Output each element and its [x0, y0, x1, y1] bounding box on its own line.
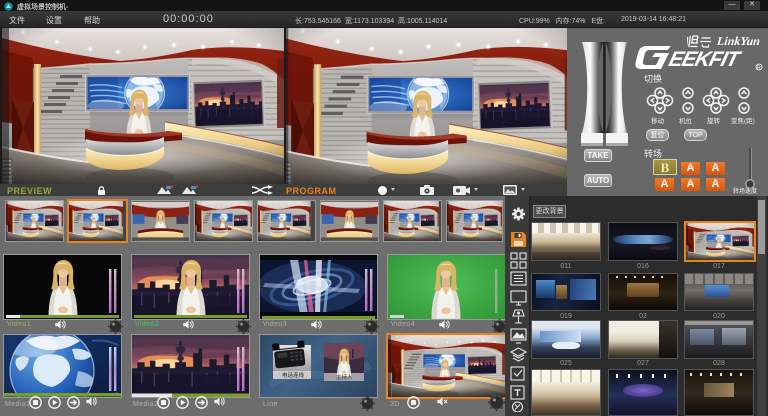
svg-text:R: R — [757, 65, 761, 71]
svg-text:主持人: 主持人 — [336, 373, 353, 381]
svg-text:EEKFIT: EEKFIT — [667, 47, 744, 71]
svg-text:电话连线: 电话连线 — [282, 371, 305, 379]
